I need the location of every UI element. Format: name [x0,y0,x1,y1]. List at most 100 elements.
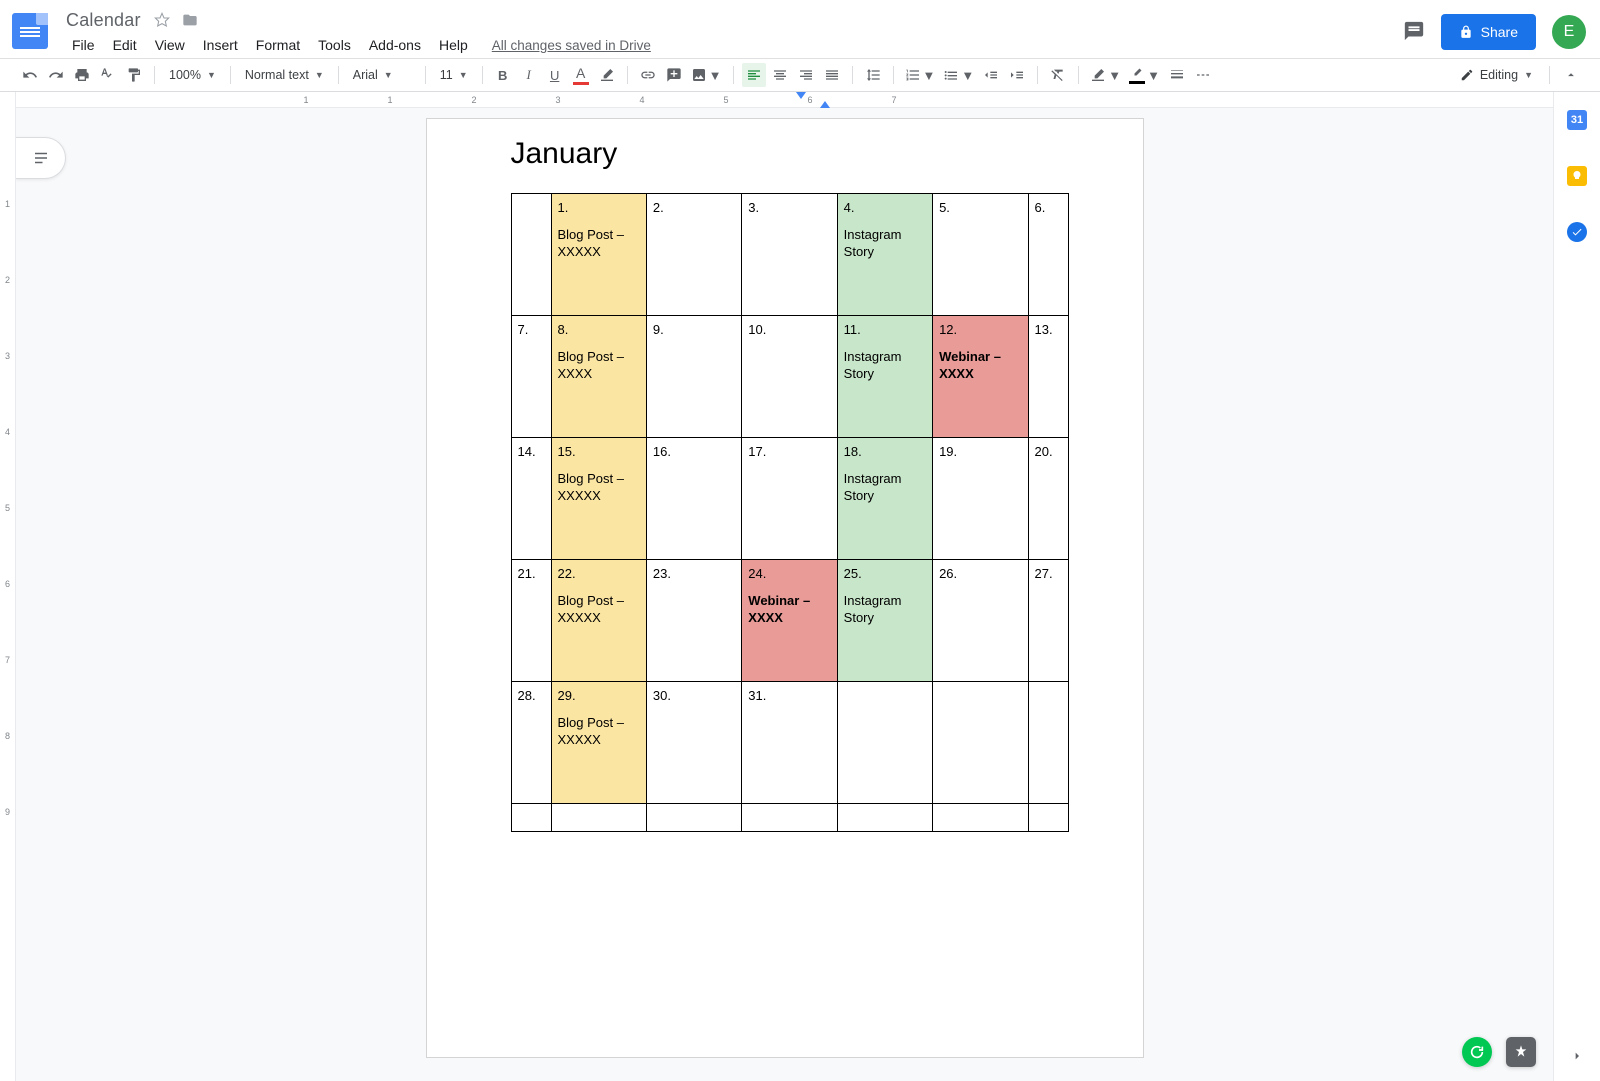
menu-addons[interactable]: Add-ons [361,35,429,55]
vertical-ruler[interactable]: 1 2 3 4 5 6 7 8 9 [0,92,16,1081]
calendar-cell[interactable]: 19. [933,438,1028,560]
print-button[interactable] [70,63,94,87]
calendar-cell[interactable]: 28. [511,682,551,804]
calendar-cell[interactable] [837,682,932,804]
menu-insert[interactable]: Insert [195,35,246,55]
clear-formatting-button[interactable] [1046,63,1070,87]
calendar-cell[interactable]: 12.Webinar – XXXX [933,316,1028,438]
calendar-cell[interactable]: 15.Blog Post – XXXXX [551,438,646,560]
calendar-cell[interactable]: 21. [511,560,551,682]
underline-button[interactable]: U [543,63,567,87]
insert-image-button[interactable]: ▼ [688,63,725,87]
side-keep-icon[interactable] [1567,166,1587,186]
spellcheck-button[interactable] [96,63,120,87]
saved-status[interactable]: All changes saved in Drive [492,38,651,53]
document-page[interactable]: January 1.Blog Post – XXXXX2.3.4.Instagr… [426,118,1144,1058]
calendar-cell[interactable]: 23. [646,560,741,682]
star-icon[interactable] [153,11,171,29]
align-center-button[interactable] [768,63,792,87]
bold-button[interactable]: B [491,63,515,87]
hide-menus-button[interactable] [1560,64,1582,86]
mode-select[interactable]: Editing▼ [1454,63,1539,87]
calendar-cell[interactable]: 2. [646,194,741,316]
calendar-cell[interactable]: 13. [1028,316,1068,438]
border-dash-button[interactable] [1191,63,1215,87]
open-comments-icon[interactable] [1403,20,1425,45]
side-panel-expand-icon[interactable] [1569,1048,1585,1067]
docs-logo-icon[interactable] [12,13,48,49]
calendar-cell[interactable]: 17. [742,438,837,560]
align-right-button[interactable] [794,63,818,87]
calendar-table[interactable]: 1.Blog Post – XXXXX2.3.4.Instagram Story… [511,193,1069,832]
style-select[interactable]: Normal text▼ [239,63,330,87]
calendar-cell[interactable] [742,804,837,832]
menu-tools[interactable]: Tools [310,35,359,55]
increase-indent-button[interactable] [1005,63,1029,87]
calendar-cell[interactable]: 1.Blog Post – XXXXX [551,194,646,316]
menu-format[interactable]: Format [248,35,308,55]
calendar-cell[interactable]: 6. [1028,194,1068,316]
calendar-cell[interactable]: 22.Blog Post – XXXXX [551,560,646,682]
indent-marker-left-icon[interactable] [820,101,830,108]
share-button[interactable]: Share [1441,14,1536,50]
calendar-cell[interactable] [1028,682,1068,804]
calendar-cell[interactable]: 11.Instagram Story [837,316,932,438]
calendar-cell[interactable]: 7. [511,316,551,438]
numbered-list-button[interactable]: ▼ [902,63,939,87]
document-outline-button[interactable] [16,137,66,179]
line-spacing-button[interactable] [861,63,885,87]
calendar-cell[interactable]: 24.Webinar – XXXX [742,560,837,682]
document-title[interactable]: Calendar [64,10,143,31]
calendar-cell[interactable]: 5. [933,194,1028,316]
calendar-cell[interactable]: 3. [742,194,837,316]
calendar-cell[interactable]: 14. [511,438,551,560]
calendar-cell[interactable]: 31. [742,682,837,804]
paint-format-button[interactable] [122,63,146,87]
highlight-button[interactable] [595,63,619,87]
side-tasks-icon[interactable] [1567,222,1587,242]
calendar-cell[interactable]: 20. [1028,438,1068,560]
page-title[interactable]: January [511,137,1069,171]
calendar-cell[interactable] [511,804,551,832]
calendar-cell[interactable]: 8.Blog Post – XXXX [551,316,646,438]
calendar-cell[interactable] [551,804,646,832]
calendar-cell[interactable]: 4.Instagram Story [837,194,932,316]
calendar-cell[interactable] [837,804,932,832]
bulleted-list-button[interactable]: ▼ [940,63,977,87]
zoom-select[interactable]: 100%▼ [163,63,222,87]
align-justify-button[interactable] [820,63,844,87]
calendar-cell[interactable]: 26. [933,560,1028,682]
calendar-cell[interactable]: 9. [646,316,741,438]
calendar-cell[interactable]: 25.Instagram Story [837,560,932,682]
insert-comment-button[interactable] [662,63,686,87]
undo-button[interactable] [18,63,42,87]
insert-link-button[interactable] [636,63,660,87]
calendar-cell[interactable]: 29.Blog Post – XXXXX [551,682,646,804]
calendar-cell[interactable] [1028,804,1068,832]
indent-marker-first-line-icon[interactable] [796,92,806,99]
menu-file[interactable]: File [64,35,103,55]
align-left-button[interactable] [742,63,766,87]
calendar-cell[interactable]: 16. [646,438,741,560]
border-color-button[interactable]: ▼ [1126,63,1163,87]
explore-button[interactable] [1506,1037,1536,1067]
avatar[interactable]: E [1552,15,1586,49]
italic-button[interactable]: I [517,63,541,87]
calendar-cell[interactable] [933,804,1028,832]
calendar-cell[interactable]: 27. [1028,560,1068,682]
grammarly-icon[interactable] [1462,1037,1492,1067]
calendar-cell[interactable]: 10. [742,316,837,438]
font-select[interactable]: Arial▼ [347,63,417,87]
folder-icon[interactable] [181,11,199,29]
calendar-cell[interactable] [646,804,741,832]
side-calendar-icon[interactable]: 31 [1567,110,1587,130]
fill-color-button[interactable]: ▼ [1087,63,1124,87]
menu-help[interactable]: Help [431,35,476,55]
menu-edit[interactable]: Edit [105,35,145,55]
horizontal-ruler[interactable]: 1 1 2 3 4 5 6 7 [16,92,1553,108]
decrease-indent-button[interactable] [979,63,1003,87]
redo-button[interactable] [44,63,68,87]
calendar-cell[interactable]: 30. [646,682,741,804]
calendar-cell[interactable]: 18.Instagram Story [837,438,932,560]
border-width-button[interactable] [1165,63,1189,87]
